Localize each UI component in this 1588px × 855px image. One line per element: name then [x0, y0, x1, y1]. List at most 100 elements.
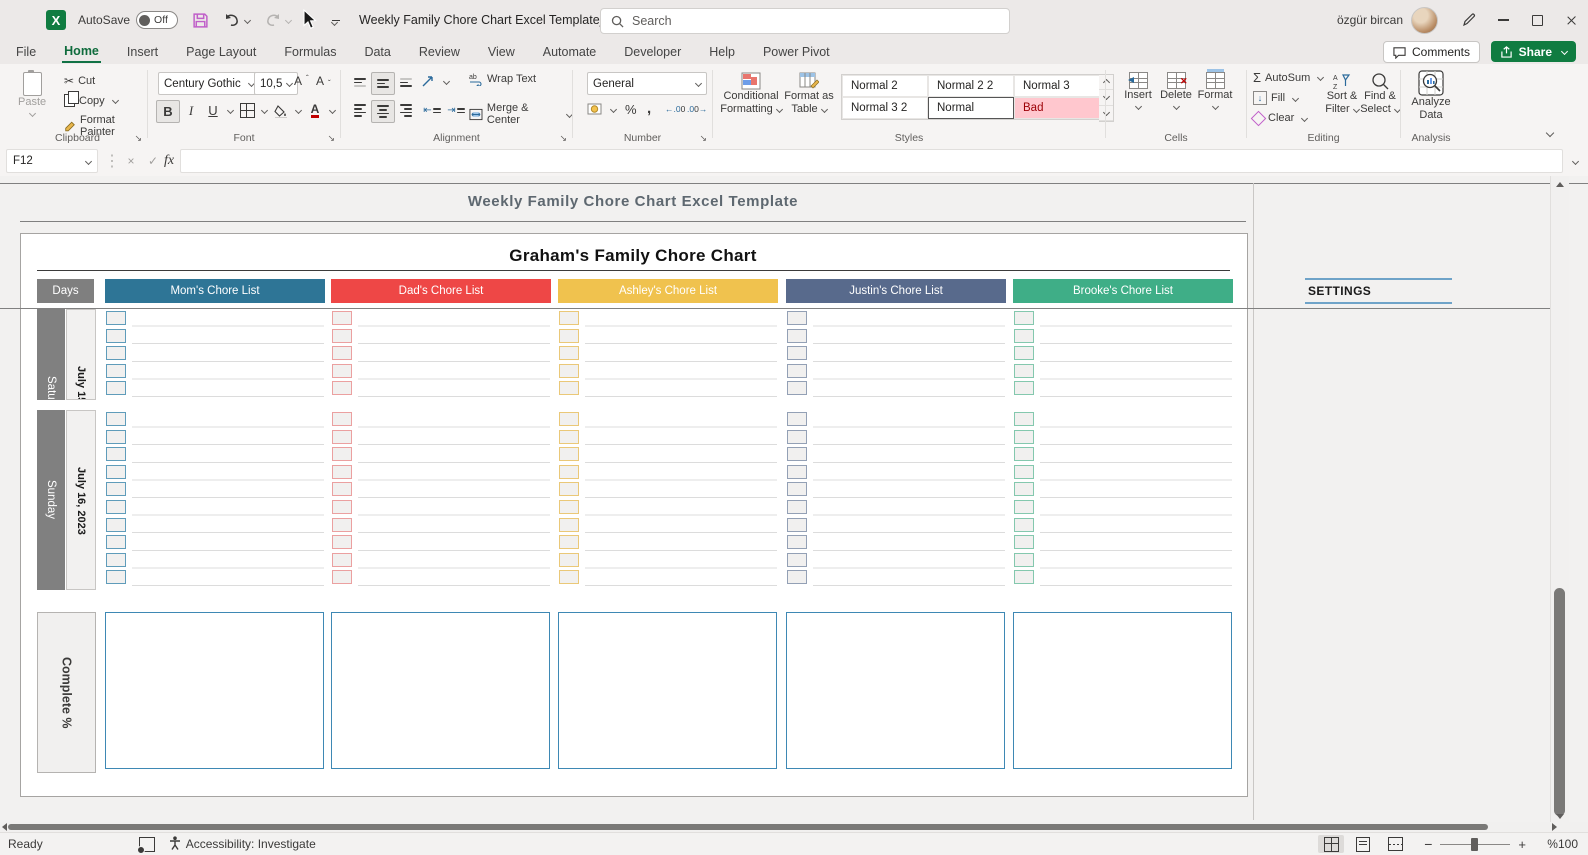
chore-checkbox[interactable]: [559, 412, 579, 426]
chore-lines[interactable]: [585, 410, 777, 588]
sort-filter-button[interactable]: AZ Sort &Filter: [1323, 72, 1361, 116]
style-normal-2-2[interactable]: Normal 2 2: [928, 75, 1014, 97]
zoom-slider-thumb[interactable]: [1471, 838, 1478, 851]
chore-checkbox[interactable]: [1014, 518, 1034, 532]
chore-checkbox[interactable]: [106, 329, 126, 343]
chore-checkbox[interactable]: [106, 412, 126, 426]
grow-font-button[interactable]: Aˆ: [294, 74, 309, 88]
complete-percent-box[interactable]: [105, 612, 324, 769]
chore-checkbox[interactable]: [332, 535, 352, 549]
checkbox-strip[interactable]: [787, 309, 807, 400]
chore-checkbox[interactable]: [787, 311, 807, 325]
chore-lines[interactable]: [358, 309, 550, 398]
tab-insert[interactable]: Insert: [125, 42, 160, 62]
paste-button[interactable]: Paste: [18, 72, 46, 116]
alignment-dialog-launcher[interactable]: ↘: [559, 134, 567, 143]
style-normal-3-2[interactable]: Normal 3 2: [842, 97, 928, 119]
italic-button[interactable]: I: [180, 100, 202, 121]
accounting-format-button[interactable]: [587, 102, 616, 116]
format-cells-button[interactable]: Format: [1196, 72, 1234, 109]
chore-checkbox[interactable]: [787, 412, 807, 426]
fill-color-button[interactable]: [270, 100, 292, 121]
chore-checkbox[interactable]: [106, 346, 126, 360]
bottom-align-button[interactable]: [395, 72, 417, 93]
chore-checkbox[interactable]: [559, 500, 579, 514]
borders-button[interactable]: [236, 100, 258, 121]
chore-checkbox[interactable]: [106, 518, 126, 532]
increase-indent-button[interactable]: ⇥: [445, 100, 467, 121]
header-justin[interactable]: Justin's Chore List: [786, 279, 1006, 303]
chore-checkbox[interactable]: [1014, 570, 1034, 584]
checkbox-strip[interactable]: [332, 309, 352, 400]
complete-percent-box[interactable]: [1013, 612, 1232, 769]
name-box[interactable]: F12: [6, 149, 98, 173]
chore-checkbox[interactable]: [332, 412, 352, 426]
chore-checkbox[interactable]: [1014, 465, 1034, 479]
chore-checkbox[interactable]: [1014, 346, 1034, 360]
chore-checkbox[interactable]: [559, 447, 579, 461]
chore-checkbox[interactable]: [559, 311, 579, 325]
chore-checkbox[interactable]: [1014, 553, 1034, 567]
complete-percent-box[interactable]: [558, 612, 777, 769]
chore-checkbox[interactable]: [1014, 412, 1034, 426]
chore-checkbox[interactable]: [1014, 430, 1034, 444]
chore-checkbox[interactable]: [559, 482, 579, 496]
font-name-select[interactable]: Century Gothic: [158, 72, 260, 95]
collapse-ribbon-chevron-icon[interactable]: [1546, 129, 1554, 137]
chore-checkbox[interactable]: [559, 329, 579, 343]
vertical-scroll-thumb[interactable]: [1554, 588, 1565, 816]
minimize-button[interactable]: [1486, 7, 1520, 33]
font-color-chevron-icon[interactable]: [329, 107, 336, 114]
page-break-preview-button[interactable]: [1382, 835, 1408, 853]
save-button[interactable]: [192, 12, 209, 29]
tab-power-pivot[interactable]: Power Pivot: [761, 42, 832, 62]
chore-checkbox[interactable]: [332, 329, 352, 343]
number-format-select[interactable]: General: [587, 72, 707, 95]
checkbox-strip[interactable]: [559, 410, 579, 590]
horizontal-scrollbar[interactable]: [0, 822, 1588, 832]
zoom-in-button[interactable]: +: [1518, 837, 1526, 852]
top-align-button[interactable]: [349, 72, 371, 93]
chore-checkbox[interactable]: [1014, 482, 1034, 496]
checkbox-strip[interactable]: [106, 410, 126, 590]
format-as-table-button[interactable]: Format asTable: [783, 72, 835, 116]
cancel-icon[interactable]: ×: [120, 154, 142, 168]
chore-checkbox[interactable]: [1014, 447, 1034, 461]
middle-align-button[interactable]: [371, 72, 395, 95]
header-mom[interactable]: Mom's Chore List: [105, 279, 325, 303]
find-select-button[interactable]: Find &Select: [1361, 72, 1399, 116]
chore-checkbox[interactable]: [787, 535, 807, 549]
chore-checkbox[interactable]: [332, 430, 352, 444]
horizontal-scroll-thumb[interactable]: [8, 824, 1488, 830]
chore-checkbox[interactable]: [332, 447, 352, 461]
chore-lines[interactable]: [358, 410, 550, 588]
chore-checkbox[interactable]: [559, 535, 579, 549]
chore-checkbox[interactable]: [787, 465, 807, 479]
copy-button[interactable]: Copy: [64, 94, 118, 107]
user-name[interactable]: özgür bircan: [1337, 13, 1403, 27]
insert-function-icon[interactable]: fx: [164, 153, 174, 169]
chore-lines[interactable]: [813, 309, 1005, 398]
clear-button[interactable]: Clear: [1253, 112, 1307, 124]
zoom-slider[interactable]: [1440, 844, 1510, 845]
font-size-select[interactable]: 10,5: [254, 72, 298, 95]
underline-button[interactable]: U: [202, 100, 224, 121]
chore-checkbox[interactable]: [559, 346, 579, 360]
chore-checkbox[interactable]: [1014, 364, 1034, 378]
chore-checkbox[interactable]: [332, 346, 352, 360]
chore-lines[interactable]: [132, 309, 324, 398]
tab-formulas[interactable]: Formulas: [282, 42, 338, 62]
increase-decimal-button[interactable]: ←.00: [665, 104, 685, 114]
record-macro-icon[interactable]: [139, 837, 155, 852]
chore-checkbox[interactable]: [787, 364, 807, 378]
redo-button[interactable]: [264, 12, 291, 28]
chore-checkbox[interactable]: [559, 465, 579, 479]
tab-home[interactable]: Home: [62, 41, 101, 63]
chore-checkbox[interactable]: [106, 570, 126, 584]
merge-center-button[interactable]: Merge & Center: [469, 102, 572, 126]
worksheet[interactable]: Weekly Family Chore Chart Excel Template…: [0, 176, 1588, 822]
tab-review[interactable]: Review: [417, 42, 462, 62]
chore-checkbox[interactable]: [332, 482, 352, 496]
document-title[interactable]: Weekly Family Chore Chart Excel Template…: [359, 13, 622, 27]
fill-button[interactable]: ↓ Fill: [1253, 91, 1298, 105]
